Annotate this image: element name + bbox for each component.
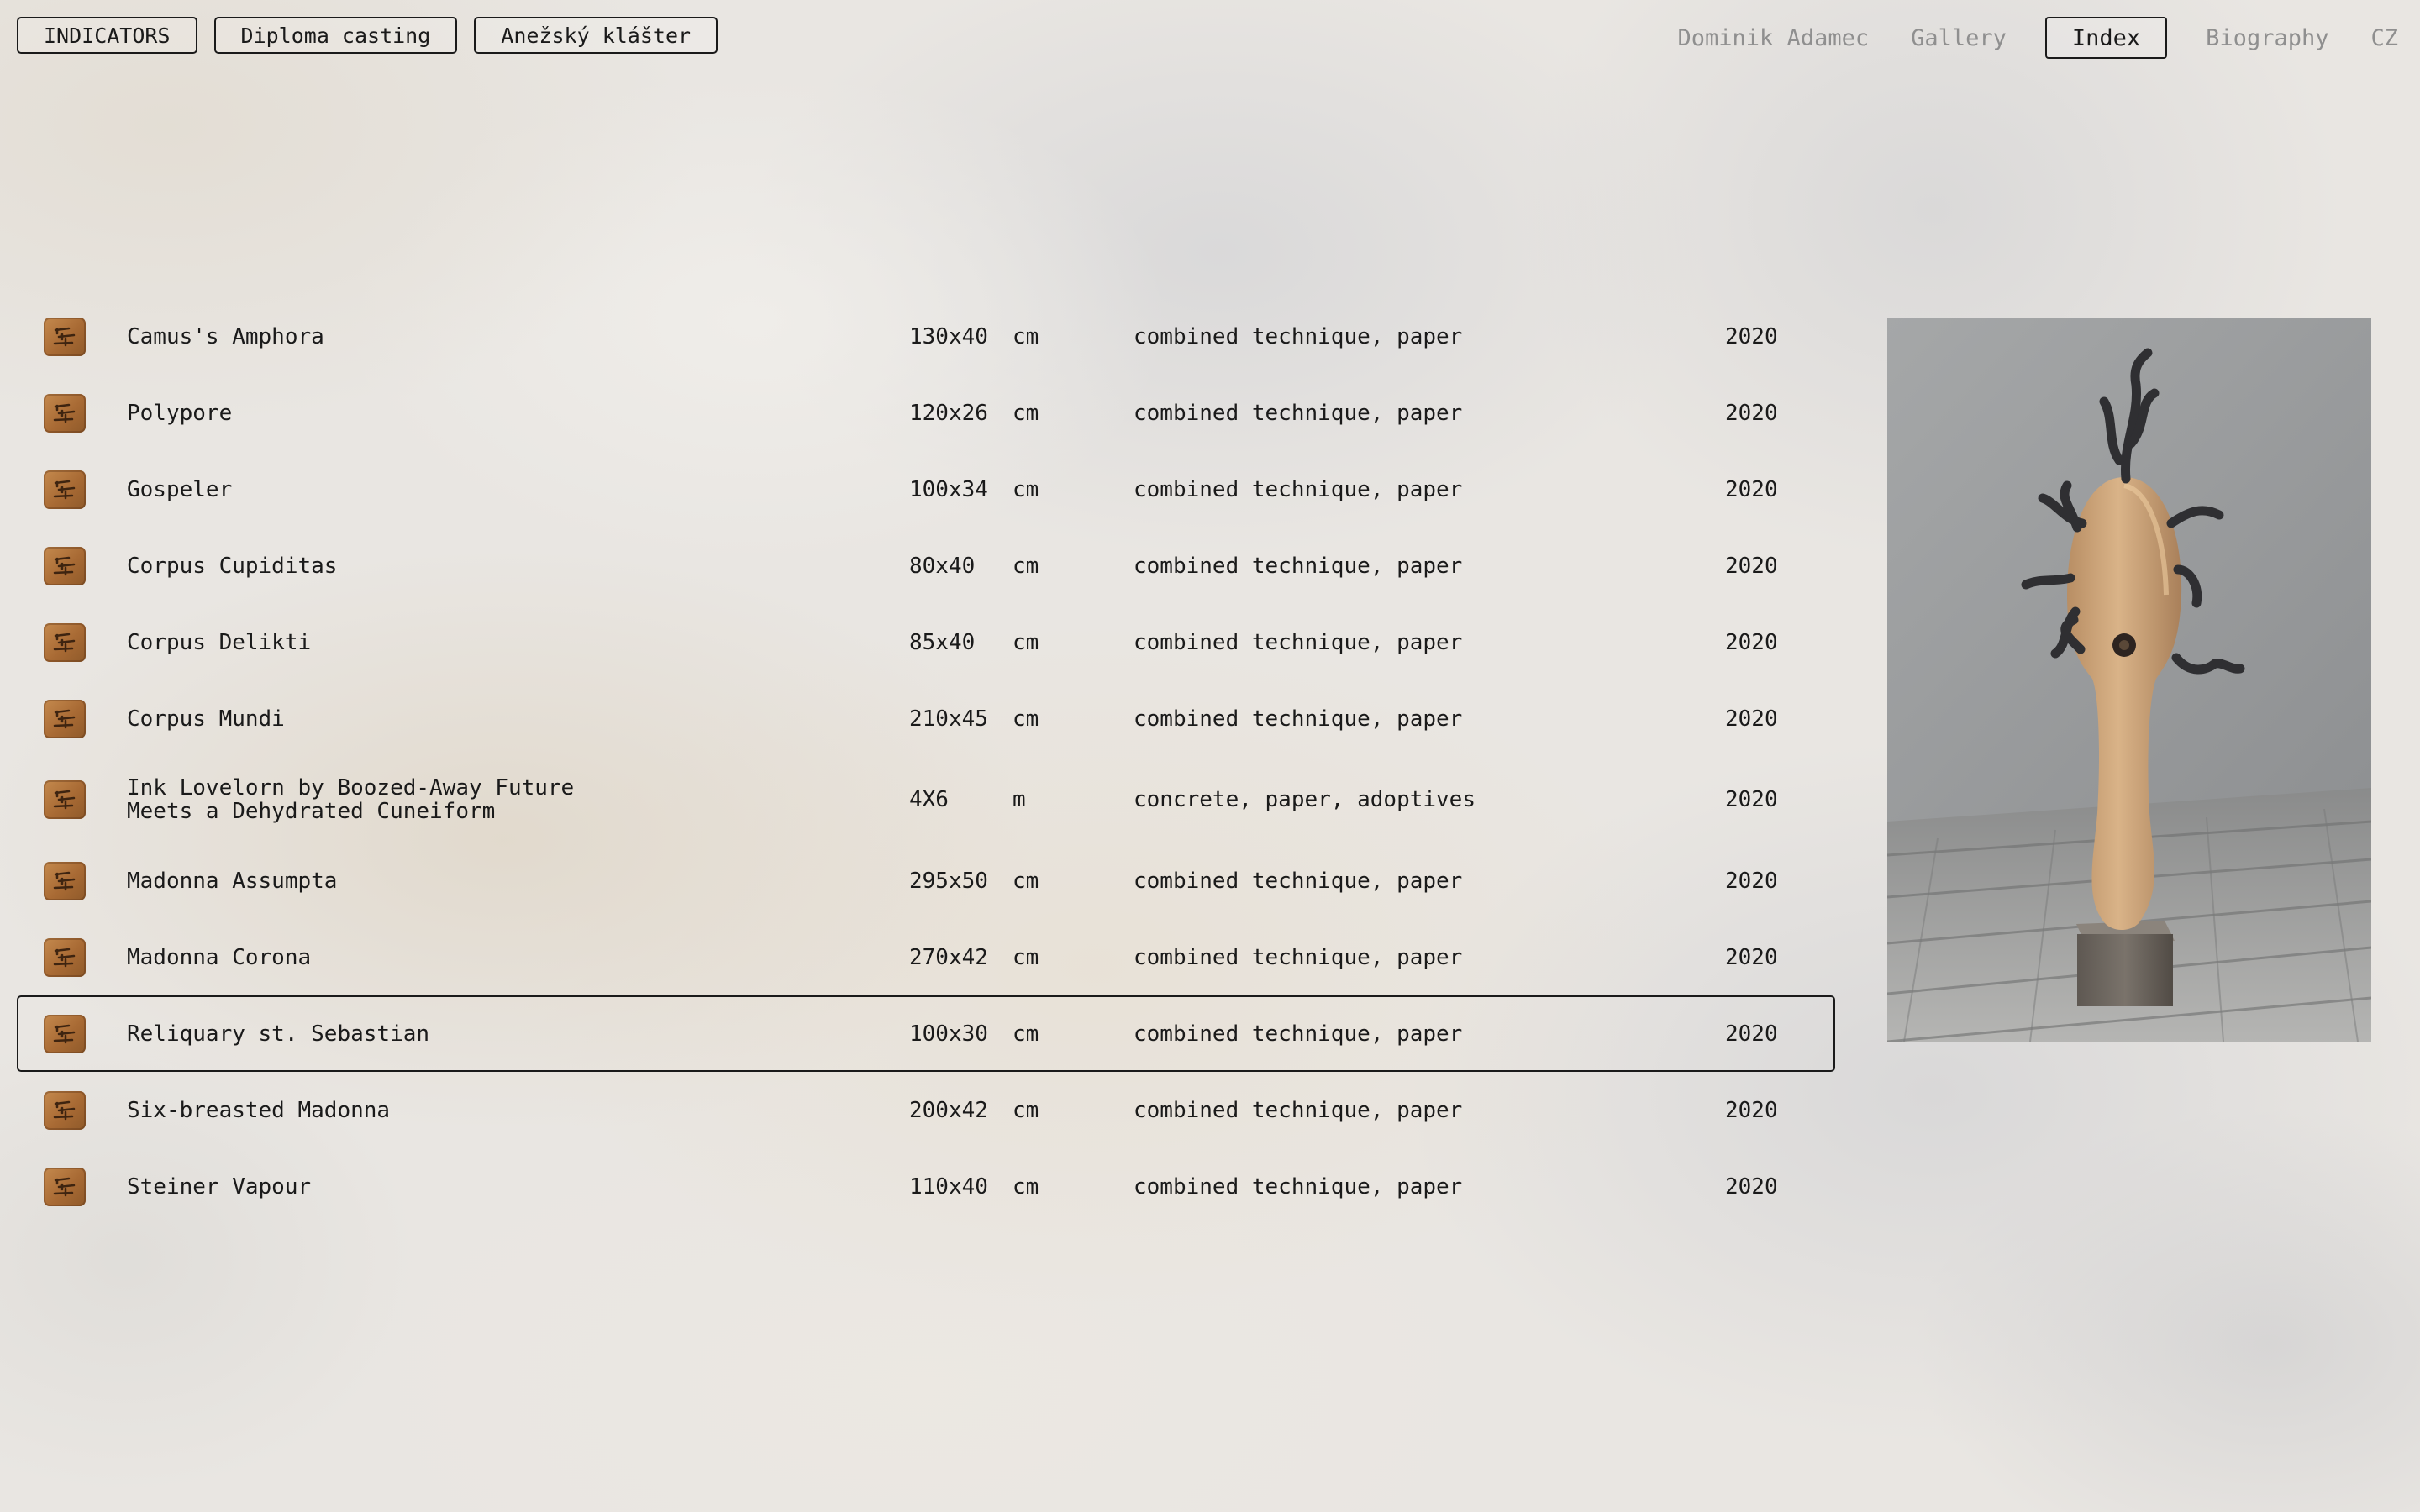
work-title[interactable]: Madonna Assumpta [127,869,581,893]
work-title[interactable]: Ink Lovelorn by Boozed-Away Future Meets… [127,776,581,823]
work-unit: cm [1013,706,1039,732]
work-unit: m [1013,787,1026,812]
work-technique: combined technique, paper [1134,706,1463,732]
work-year: 2020 [1725,476,1778,502]
work-dimensions: 80x40 [909,553,976,579]
work-year: 2020 [1725,787,1778,812]
work-row[interactable]: Steiner Vapour 110x40 cm combined technique… [17,1148,1835,1225]
work-title[interactable]: Steiner Vapour [127,1175,581,1199]
works-index-list: Camus's Amphora 130x40 cm combined techniqu… [17,298,1835,1225]
work-row[interactable]: Six-breasted Madonna 200x42 cm combined tec… [17,1072,1835,1148]
nav-index[interactable]: Index [2044,17,2168,59]
work-unit: cm [1013,323,1039,349]
artwork-thumbnail-icon[interactable] [44,1167,86,1206]
work-technique: combined technique, paper [1134,1173,1463,1200]
work-year: 2020 [1725,944,1778,970]
work-year: 2020 [1725,629,1778,655]
work-year: 2020 [1725,1097,1778,1123]
work-title[interactable]: Madonna Corona [127,946,581,969]
artwork-thumbnail-icon[interactable] [44,622,86,662]
work-unit: cm [1013,553,1039,579]
work-unit: cm [1013,400,1039,426]
work-year: 2020 [1725,400,1778,426]
work-technique: combined technique, paper [1134,944,1463,970]
language-switch[interactable]: CZ [2367,18,2402,58]
work-unit: cm [1013,944,1039,970]
work-dimensions: 210x45 [909,706,988,732]
work-year: 2020 [1725,868,1778,894]
work-technique: combined technique, paper [1134,1021,1463,1047]
work-technique: combined technique, paper [1134,553,1463,579]
work-row[interactable]: Corpus Cupiditas 80x40 cm combined techniqu… [17,528,1835,604]
work-technique: concrete, paper, adoptives [1134,787,1476,812]
work-dimensions: 295x50 [909,868,988,894]
work-technique: combined technique, paper [1134,323,1463,349]
work-title[interactable]: Polypore [127,402,581,425]
work-year: 2020 [1725,1021,1778,1047]
work-row[interactable]: Ink Lovelorn by Boozed-Away Future Meets… [17,757,1835,843]
work-year: 2020 [1725,1173,1778,1200]
nav-gallery[interactable]: Gallery [1907,18,2010,58]
work-row[interactable]: Corpus Delikti 85x40 cm combined technique,… [17,604,1835,680]
work-dimensions: 100x30 [909,1021,988,1047]
work-row[interactable]: Corpus Mundi 210x45 cm combined technique, … [17,680,1835,757]
work-dimensions: 4X6 [909,787,949,812]
artwork-thumbnail-icon[interactable] [44,470,86,509]
work-unit: cm [1013,476,1039,502]
work-title[interactable]: Camus's Amphora [127,325,581,349]
artwork-thumbnail-icon[interactable] [44,699,86,738]
work-dimensions: 110x40 [909,1173,988,1200]
work-title[interactable]: Six-breasted Madonna [127,1099,581,1122]
work-unit: cm [1013,868,1039,894]
work-unit: cm [1013,1021,1039,1047]
work-technique: combined technique, paper [1134,476,1463,502]
work-year: 2020 [1725,706,1778,732]
work-unit: cm [1013,1097,1039,1123]
nav-biography[interactable]: Biography [2202,18,2332,58]
work-dimensions: 130x40 [909,323,988,349]
work-row[interactable]: Madonna Assumpta 295x50 cm combined techniq… [17,843,1835,919]
work-row[interactable]: Polypore 120x26 cm combined technique, pape… [17,375,1835,451]
tag-anezsky-klaster-button[interactable]: Anežský klášter [474,17,718,54]
work-technique: combined technique, paper [1134,629,1463,655]
work-title[interactable]: Corpus Mundi [127,707,581,731]
sculpture-photo [1887,318,2371,1042]
work-technique: combined technique, paper [1134,1097,1463,1123]
artwork-thumbnail-icon[interactable] [44,861,86,900]
tag-indicators-button[interactable]: INDICATORS [17,17,197,54]
artwork-preview-image [1887,318,2371,1042]
artwork-thumbnail-icon[interactable] [44,1014,86,1053]
work-technique: combined technique, paper [1134,868,1463,894]
work-dimensions: 100x34 [909,476,988,502]
work-dimensions: 270x42 [909,944,988,970]
work-technique: combined technique, paper [1134,400,1463,426]
work-row[interactable]: Gospeler 100x34 cm combined technique, pape… [17,451,1835,528]
artwork-thumbnail-icon[interactable] [44,780,86,819]
work-unit: cm [1013,1173,1039,1200]
main-nav: Dominik Adamec Gallery Index Biography C… [1675,17,2402,59]
work-unit: cm [1013,629,1039,655]
artwork-thumbnail-icon[interactable] [44,1090,86,1130]
work-year: 2020 [1725,553,1778,579]
nav-artist-name[interactable]: Dominik Adamec [1675,18,1873,58]
artwork-thumbnail-icon[interactable] [44,393,86,433]
artwork-thumbnail-icon[interactable] [44,546,86,585]
work-row[interactable]: Camus's Amphora 130x40 cm combined techniqu… [17,298,1835,375]
work-row[interactable]: Madonna Corona 270x42 cm combined technique… [17,919,1835,995]
work-title[interactable]: Reliquary st. Sebastian [127,1022,581,1046]
artwork-thumbnail-icon[interactable] [44,937,86,977]
work-title[interactable]: Corpus Cupiditas [127,554,581,578]
artwork-thumbnail-icon[interactable] [44,317,86,356]
work-title[interactable]: Corpus Delikti [127,631,581,654]
tag-diploma-casting-button[interactable]: Diploma casting [213,17,458,54]
work-title[interactable]: Gospeler [127,478,581,501]
work-dimensions: 200x42 [909,1097,988,1123]
work-dimensions: 120x26 [909,400,988,426]
work-row[interactable]: Reliquary st. Sebastian 100x30 cm combined … [17,995,1835,1072]
tag-filter-bar: INDICATORS Diploma casting Anežský klášt… [17,17,718,54]
work-dimensions: 85x40 [909,629,976,655]
work-year: 2020 [1725,323,1778,349]
